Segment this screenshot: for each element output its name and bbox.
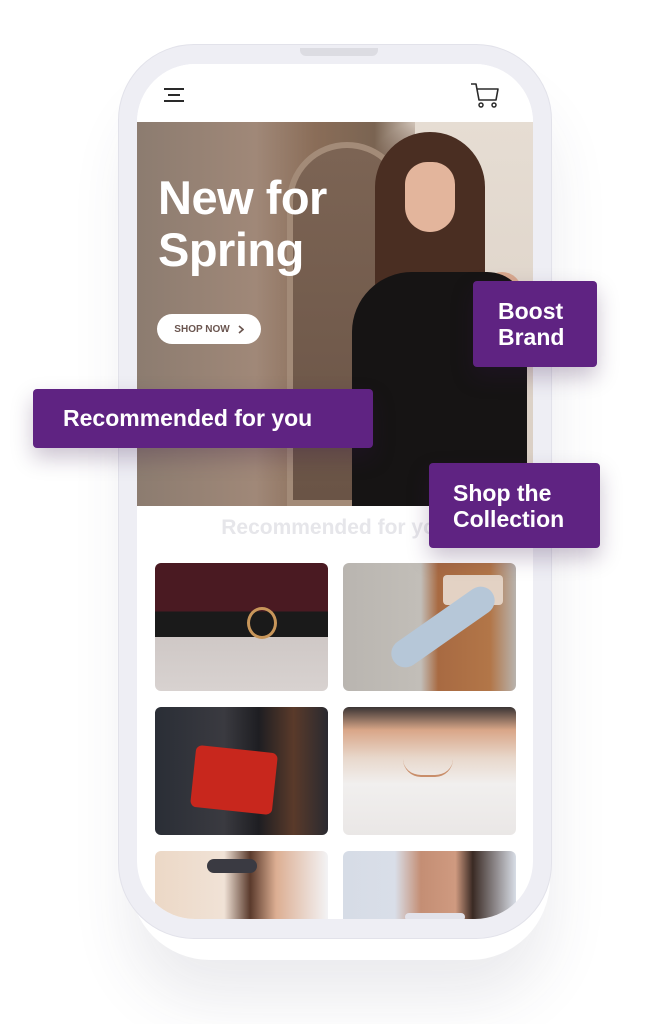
red-handbag [189,744,279,816]
boost-brand-callout[interactable]: Boost Brand [473,281,597,367]
hero-model-face [405,162,455,232]
sunglasses [207,859,257,873]
crystal-choker [405,913,465,919]
shopping-cart-icon[interactable] [470,82,500,110]
product-tile-belt[interactable] [155,563,328,691]
product-tile-handbag[interactable] [155,707,328,835]
belt-buckle [247,607,277,639]
shop-now-button[interactable]: SHOP NOW [157,314,261,344]
boost-brand-label: Boost Brand [498,298,565,350]
chevron-right-icon [238,324,244,334]
recommended-label: Recommended for you [63,405,313,431]
product-tile-sunglasses[interactable] [155,851,328,919]
recommended-callout[interactable]: Recommended for you [33,389,373,448]
shop-now-label: SHOP NOW [174,323,230,335]
phone-speaker [300,48,378,56]
hero-title: New for Spring [158,171,327,276]
product-tile-choker[interactable] [343,851,516,919]
hamburger-menu-icon[interactable] [164,88,184,104]
product-tile-necklace[interactable] [343,707,516,835]
product-tile-clutch[interactable] [343,563,516,691]
shop-collection-label: Shop the Collection [453,479,565,532]
app-header [137,64,533,122]
shop-collection-callout[interactable]: Shop the Collection [429,463,600,548]
necklace [403,759,453,777]
